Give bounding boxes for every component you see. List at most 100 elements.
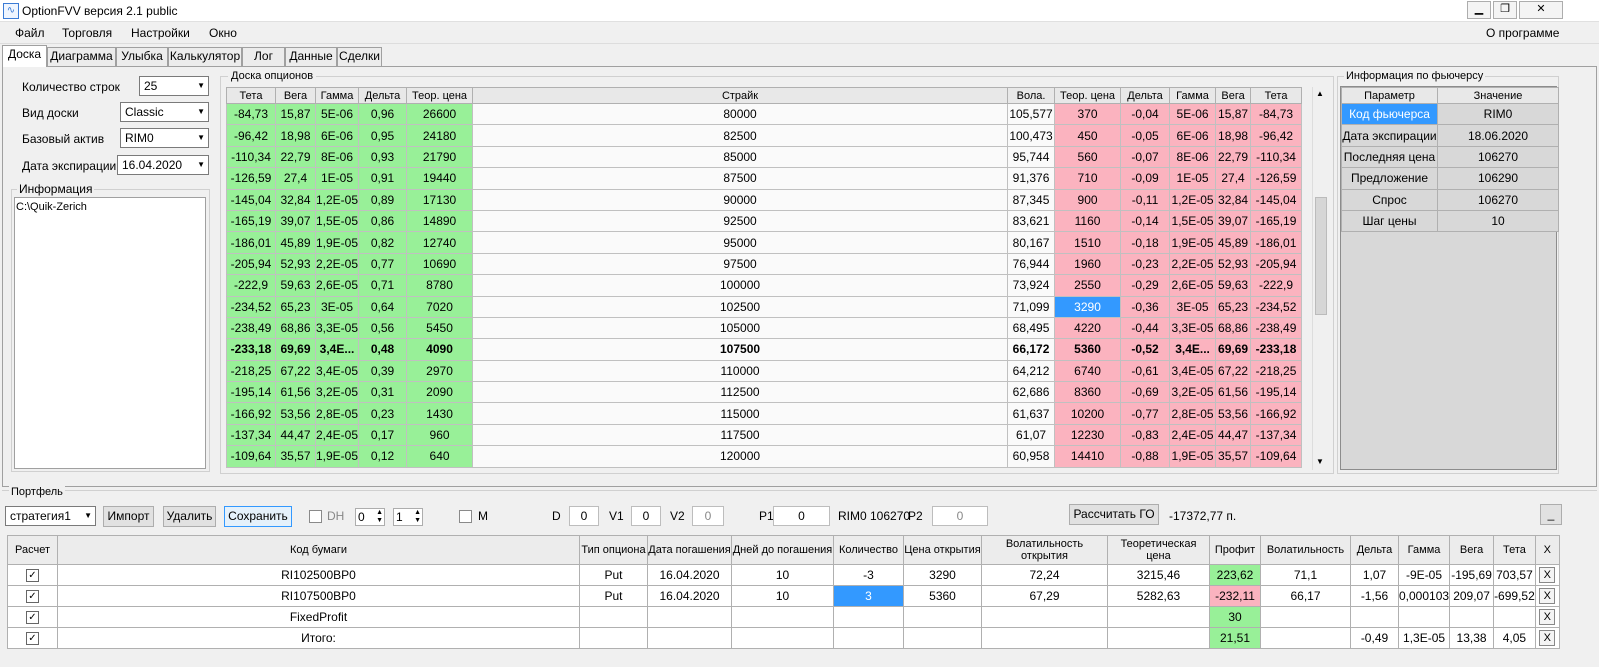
board-cell[interactable]: 61,07 xyxy=(1007,423,1056,447)
board-cell[interactable]: 3,2E-05 xyxy=(1169,381,1217,404)
board-cell[interactable]: 117500 xyxy=(472,423,1009,447)
dh-spin-1[interactable]: 0 ▲ ▼ xyxy=(355,508,385,526)
board-cell[interactable]: 1,9E-05 xyxy=(314,231,360,254)
board-cell[interactable]: 1,2E-05 xyxy=(314,188,360,211)
board-cell[interactable]: 26600 xyxy=(406,102,474,126)
board-cell[interactable]: 105000 xyxy=(472,316,1009,340)
portfolio-cell[interactable]: 21,51 xyxy=(1209,627,1261,649)
board-cell[interactable]: -0,77 xyxy=(1120,402,1171,425)
board-cell[interactable]: 3E-05 xyxy=(314,295,360,318)
board-cell[interactable]: -0,83 xyxy=(1120,423,1171,447)
board-cell[interactable]: 0,23 xyxy=(358,402,408,425)
portfolio-row[interactable]: ✓ RI107500BP0 Put 16.04.2020 10 3 5360 67,29 528… xyxy=(7,585,1560,607)
board-cell[interactable]: 6E-06 xyxy=(1169,124,1217,147)
board-cell[interactable]: 68,86 xyxy=(1215,316,1252,340)
board-row[interactable]: -233,18 69,69 3,4E... 0,48 4090 107500 66,172 5… xyxy=(226,338,1303,361)
board-cell[interactable]: 5E-06 xyxy=(314,102,360,126)
portfolio-header-col[interactable]: Количество xyxy=(833,535,904,565)
board-cell[interactable]: -145,04 xyxy=(1250,188,1303,211)
board-header-col[interactable]: Вола. xyxy=(1007,87,1056,104)
board-cell[interactable]: 3,4E-05 xyxy=(1169,359,1217,383)
board-cell[interactable]: 0,96 xyxy=(358,102,408,126)
board-cell[interactable]: 2,2E-05 xyxy=(314,252,360,276)
board-cell[interactable]: -0,29 xyxy=(1120,274,1171,297)
portfolio-row[interactable]: ✓ FixedProfit 30 X xyxy=(7,606,1560,628)
board-cell[interactable]: 5360 xyxy=(1054,338,1122,361)
board-cell[interactable]: 3,4E-05 xyxy=(314,359,360,383)
p2-field[interactable]: 0 xyxy=(932,506,988,526)
board-header-col[interactable]: Дельта xyxy=(1120,87,1171,104)
board-cell[interactable]: 17130 xyxy=(406,188,474,211)
board-cell[interactable]: -0,18 xyxy=(1120,231,1171,254)
board-cell[interactable]: 640 xyxy=(406,445,474,468)
restore-icon[interactable]: ❐ xyxy=(1493,1,1517,19)
board-scrollbar[interactable]: ▲ ▼ xyxy=(1312,87,1328,470)
futures-row[interactable]: Предложение 106290 xyxy=(1341,167,1559,190)
board-cell[interactable]: -0,09 xyxy=(1120,167,1171,190)
remove-cell[interactable]: X xyxy=(1534,564,1560,586)
board-cell[interactable]: 0,91 xyxy=(358,167,408,190)
board-cell[interactable]: 8780 xyxy=(406,274,474,297)
board-cell[interactable]: 1,9E-05 xyxy=(1169,445,1217,468)
board-cell[interactable]: -186,01 xyxy=(226,231,276,254)
portfolio-cell[interactable]: 72,24 xyxy=(981,564,1108,586)
portfolio-cell[interactable]: Put xyxy=(579,585,648,607)
board-cell[interactable]: 14890 xyxy=(406,209,474,233)
board-cell[interactable]: 1160 xyxy=(1054,209,1122,233)
board-header-col[interactable]: Теор. цена xyxy=(406,87,474,104)
board-cell[interactable]: 2,6E-05 xyxy=(1169,274,1217,297)
board-cell[interactable]: 27,4 xyxy=(1215,167,1252,190)
tab-deals[interactable]: Сделки xyxy=(337,47,382,66)
calc-checkbox[interactable]: ✓ xyxy=(26,569,39,583)
expiration-select[interactable]: 16.04.2020 ▼ xyxy=(117,155,209,175)
board-cell[interactable]: 5E-06 xyxy=(1169,102,1217,126)
scroll-thumb[interactable] xyxy=(1315,197,1327,315)
board-cell[interactable]: -96,42 xyxy=(1250,124,1303,147)
board-row[interactable]: -96,42 18,98 6E-06 0,95 24180 82500 100,473 450… xyxy=(226,124,1303,147)
board-cell[interactable]: 710 xyxy=(1054,167,1122,190)
portfolio-header-col[interactable]: Код бумаги xyxy=(57,535,580,565)
board-cell[interactable]: 2,4E-05 xyxy=(1169,423,1217,447)
portfolio-cell[interactable]: Итого: xyxy=(57,627,580,649)
board-cell[interactable]: -165,19 xyxy=(1250,209,1303,233)
board-cell[interactable]: 18,98 xyxy=(1215,124,1252,147)
menu-file[interactable]: Файл xyxy=(15,26,45,40)
board-cell[interactable]: 3,4E... xyxy=(1169,338,1217,361)
board-cell[interactable]: -0,44 xyxy=(1120,316,1171,340)
portfolio-cell[interactable] xyxy=(647,627,732,649)
board-cell[interactable]: -166,92 xyxy=(1250,402,1303,425)
board-cell[interactable]: 2,8E-05 xyxy=(1169,402,1217,425)
portfolio-header-col[interactable]: X xyxy=(1534,535,1560,565)
board-cell[interactable]: 61,56 xyxy=(275,381,316,404)
board-header-col[interactable]: Вега xyxy=(275,87,316,104)
portfolio-cell[interactable] xyxy=(1493,606,1536,628)
board-cell[interactable]: 80,167 xyxy=(1007,231,1056,254)
portfolio-cell[interactable] xyxy=(1107,606,1210,628)
board-row[interactable]: -234,52 65,23 3E-05 0,64 7020 102500 71,099 329… xyxy=(226,295,1303,318)
remove-cell[interactable]: X xyxy=(1534,627,1560,649)
board-cell[interactable]: 6E-06 xyxy=(314,124,360,147)
close-icon[interactable]: ✕ xyxy=(1519,1,1563,19)
board-cell[interactable]: 2,8E-05 xyxy=(314,402,360,425)
remove-cell[interactable]: X xyxy=(1534,606,1560,628)
board-cell[interactable]: 1430 xyxy=(406,402,474,425)
remove-row-button[interactable]: X xyxy=(1539,588,1556,604)
portfolio-cell[interactable] xyxy=(579,606,648,628)
board-cell[interactable]: 67,22 xyxy=(275,359,316,383)
portfolio-cell[interactable] xyxy=(833,606,904,628)
board-cell[interactable]: 87500 xyxy=(472,167,1009,190)
board-row[interactable]: -222,9 59,63 2,6E-05 0,71 8780 100000 73,924 25… xyxy=(226,274,1303,297)
portfolio-cell[interactable]: 703,57 xyxy=(1493,564,1536,586)
board-cell[interactable]: 18,98 xyxy=(275,124,316,147)
remove-row-button[interactable]: X xyxy=(1539,567,1556,583)
portfolio-cell[interactable]: 209,07 xyxy=(1449,585,1495,607)
portfolio-header-col[interactable]: Дельта xyxy=(1350,535,1399,565)
portfolio-cell[interactable]: 71,1 xyxy=(1260,564,1351,586)
board-cell[interactable]: -0,07 xyxy=(1120,145,1171,169)
calc-checkbox[interactable]: ✓ xyxy=(26,590,39,604)
portfolio-cell[interactable] xyxy=(647,606,732,628)
menu-window[interactable]: Окно xyxy=(209,26,237,40)
board-header-col[interactable]: Гамма xyxy=(314,87,360,104)
spin-arrows-icon[interactable]: ▲ ▼ xyxy=(376,509,383,525)
portfolio-header-col[interactable]: Цена открытия xyxy=(903,535,982,565)
